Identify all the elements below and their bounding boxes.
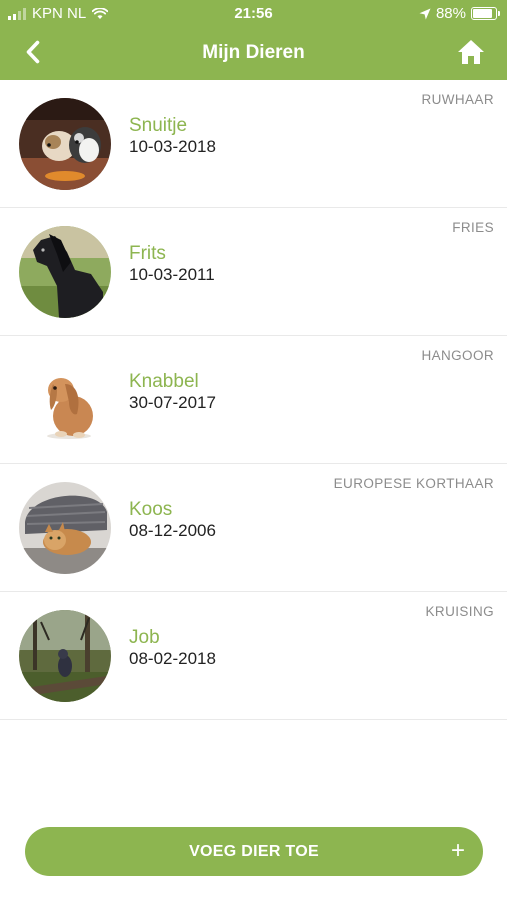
pet-breed: FRIES — [452, 220, 494, 235]
pet-breed: KRUISING — [425, 604, 494, 619]
home-button[interactable] — [455, 36, 487, 68]
pet-name: Knabbel — [129, 371, 199, 392]
add-pet-button[interactable]: VOEG DIER TOE + — [25, 827, 483, 876]
pet-photo — [19, 482, 111, 574]
pet-list: Snuitje 10-03-2018 RUWHAAR Frits 10-03-2… — [0, 80, 507, 720]
chevron-left-icon — [26, 40, 40, 64]
pet-breed: RUWHAAR — [421, 92, 494, 107]
pet-name: Frits — [129, 243, 166, 264]
pet-breed: EUROPESE KORTHAAR — [333, 476, 494, 491]
pet-birthdate: 10-03-2018 — [129, 137, 216, 156]
pet-name: Job — [129, 627, 160, 648]
pet-birthdate: 30-07-2017 — [129, 393, 216, 412]
pet-breed: HANGOOR — [421, 348, 494, 363]
pet-row-snuitje[interactable]: Snuitje 10-03-2018 RUWHAAR — [0, 80, 507, 208]
battery-percentage: 88% — [435, 5, 466, 22]
status-bar: KPN NL 21:56 88% — [0, 0, 507, 28]
pet-row-koos[interactable]: Koos 08-12-2006 EUROPESE KORTHAAR — [0, 464, 507, 592]
pet-name: Snuitje — [129, 115, 188, 136]
add-pet-label: VOEG DIER TOE — [189, 843, 319, 860]
pet-row-knabbel[interactable]: Knabbel 30-07-2017 HANGOOR — [0, 336, 507, 464]
pet-row-frits[interactable]: Frits 10-03-2011 FRIES — [0, 208, 507, 336]
pet-name: Koos — [129, 499, 173, 520]
battery-icon — [471, 7, 500, 20]
pet-photo — [19, 354, 111, 446]
pet-row-job[interactable]: Job 08-02-2018 KRUISING — [0, 592, 507, 720]
pet-photo — [19, 98, 111, 190]
plus-icon: + — [450, 837, 465, 864]
home-icon — [458, 40, 484, 64]
pet-birthdate: 10-03-2011 — [129, 265, 215, 284]
pet-birthdate: 08-12-2006 — [129, 521, 216, 540]
battery-level — [473, 9, 493, 18]
pet-photo — [19, 610, 111, 702]
pet-photo — [19, 226, 111, 318]
page-title: Mijn Dieren — [202, 42, 305, 63]
location-arrow-icon — [419, 8, 431, 19]
pet-birthdate: 08-02-2018 — [129, 649, 216, 668]
back-button[interactable] — [18, 36, 48, 68]
app-header: KPN NL 21:56 88% Mijn Dieren — [0, 0, 507, 80]
